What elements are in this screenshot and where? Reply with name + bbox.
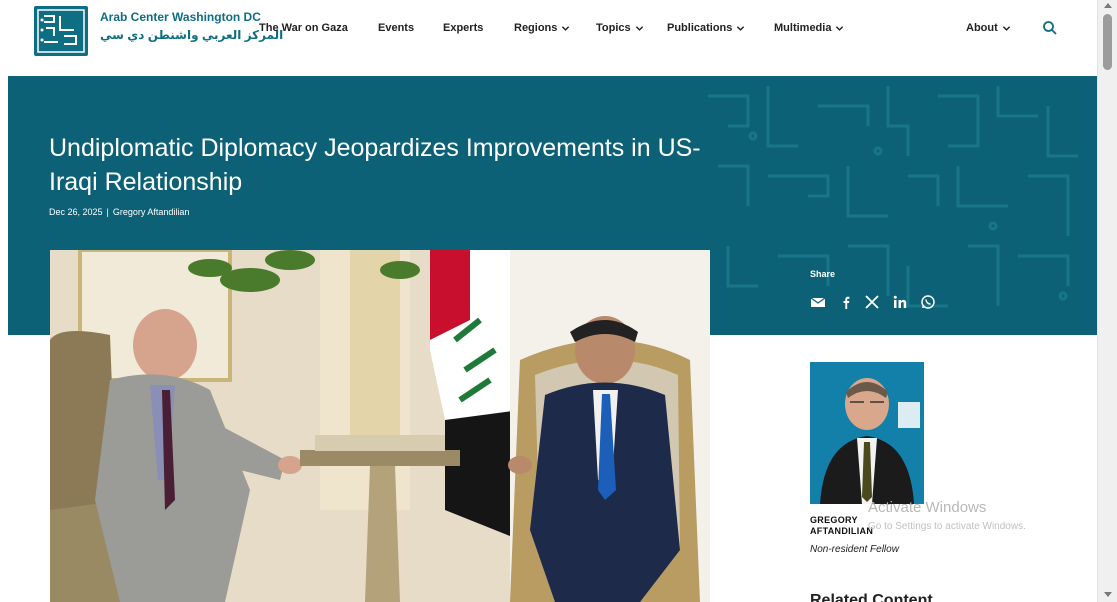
chevron-down-icon bbox=[737, 25, 745, 31]
chevron-down-icon bbox=[836, 25, 844, 31]
author-photo[interactable] bbox=[810, 362, 924, 504]
scroll-up-arrow-icon[interactable] bbox=[1104, 3, 1112, 8]
scroll-thumb[interactable] bbox=[1103, 14, 1112, 70]
byline-separator: | bbox=[106, 207, 109, 217]
article-byline: Dec 26, 2025 | Gregory Aftandilian bbox=[49, 207, 189, 217]
author-role: Non-resident Fellow bbox=[810, 544, 899, 555]
nav-publications[interactable]: Publications bbox=[667, 22, 745, 36]
article-feature-photo bbox=[50, 250, 710, 602]
related-content-heading: Related Content bbox=[810, 592, 933, 602]
brand-name-ar[interactable]: المركز العربي واشنطن دي سي bbox=[100, 28, 283, 42]
vertical-scrollbar[interactable] bbox=[1097, 0, 1117, 602]
search-icon[interactable] bbox=[1042, 20, 1058, 36]
article-title: Undiplomatic Diplomacy Jeopardizes Impro… bbox=[49, 134, 701, 196]
nav-about[interactable]: About bbox=[966, 22, 1011, 36]
activate-windows-title: Activate Windows bbox=[868, 499, 987, 516]
whatsapp-icon[interactable] bbox=[920, 294, 936, 310]
x-icon[interactable] bbox=[864, 294, 880, 310]
email-icon[interactable] bbox=[810, 294, 826, 310]
chevron-down-icon bbox=[1002, 25, 1010, 31]
nav-topics[interactable]: Topics bbox=[596, 22, 644, 36]
article-date: Dec 26, 2025 bbox=[49, 207, 103, 217]
nav-multimedia[interactable]: Multimedia bbox=[774, 22, 844, 36]
site-header: Arab Center Washington DC المركز العربي … bbox=[0, 0, 1097, 76]
article-author-link[interactable]: Gregory Aftandilian bbox=[113, 207, 190, 217]
chevron-down-icon bbox=[635, 25, 643, 31]
nav-war-on-gaza[interactable]: The War on Gaza bbox=[259, 22, 348, 36]
scroll-down-arrow-icon[interactable] bbox=[1104, 592, 1112, 597]
nav-regions[interactable]: Regions bbox=[514, 22, 570, 36]
nav-events[interactable]: Events bbox=[378, 22, 414, 36]
share-label: Share bbox=[810, 269, 836, 279]
nav-experts[interactable]: Experts bbox=[443, 22, 483, 36]
activate-windows-subtitle: Go to Settings to activate Windows. bbox=[868, 521, 1026, 532]
linkedin-icon[interactable] bbox=[892, 294, 908, 310]
acw-logo-icon[interactable] bbox=[34, 6, 88, 56]
facebook-icon[interactable] bbox=[838, 294, 854, 310]
brand-name-en[interactable]: Arab Center Washington DC bbox=[100, 10, 261, 24]
meeting-photo-illustration bbox=[50, 250, 710, 602]
chevron-down-icon bbox=[562, 25, 570, 31]
